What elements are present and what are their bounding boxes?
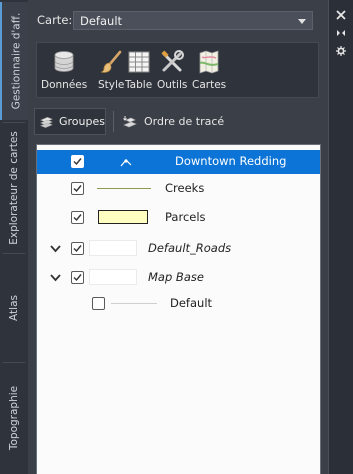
check-icon [73,214,82,222]
draw-order-tab[interactable]: Ordre de tracé [122,108,224,135]
map-selector-row: Carte: Default [28,8,328,34]
style-button-label: Style [98,79,125,91]
tab-atlas-label: Atlas [8,295,20,321]
tab-display-manager-label: Gestionnaire d'aff. [10,12,23,110]
tab-atlas[interactable]: Atlas [0,258,28,358]
tab-divider [3,362,25,363]
check-icon [73,245,82,253]
tab-map-explorer[interactable]: Explorateur de cartes [0,125,28,250]
layer-style-swatch [98,210,148,224]
vertical-tab-strip: Gestionnaire d'aff. Explorateur de carte… [0,0,30,474]
style-button[interactable]: Style [98,49,124,91]
layer-row-downtown-redding[interactable]: Downtown Redding [37,150,320,174]
tools-button-label: Outils [157,79,188,91]
layer-visibility-checkbox[interactable] [71,155,84,168]
groups-icon [40,116,53,128]
tab-map-explorer-label: Explorateur de cartes [8,130,20,245]
chevron-down-icon[interactable] [50,243,61,254]
close-button[interactable] [334,8,348,22]
maps-button[interactable]: Cartes [192,49,226,91]
map-selector-value: Default [80,14,123,28]
tab-topography[interactable]: Topographie [0,366,28,470]
check-icon [73,158,82,166]
check-icon [73,274,82,282]
groups-tab-label: Groupes [59,115,105,128]
map-selector-dropdown[interactable]: Default [73,11,313,30]
table-button[interactable]: Table [125,49,152,91]
layer-style-line [111,303,157,304]
layer-label: Downtown Redding [175,154,287,168]
layer-label: Map Base [148,270,204,284]
autohide-icon [337,30,345,36]
layer-style-line [97,188,151,189]
layer-tree: Downtown Redding Creeks Parcels Default_… [36,144,321,474]
maps-button-label: Cartes [192,79,227,91]
layer-label: Default_Roads [148,241,232,255]
layer-visibility-checkbox[interactable] [71,211,84,224]
layer-row-creeks[interactable]: Creeks [37,177,320,201]
tools-button[interactable]: Outils [157,49,187,91]
display-manager-panel: Carte: Default Données Style Table Outil… [28,0,328,474]
tab-divider [3,122,25,123]
layer-row-default[interactable]: Default [37,292,320,316]
tab-divider [3,253,25,254]
layer-row-map-base[interactable]: Map Base [37,266,320,290]
tab-display-manager[interactable]: Gestionnaire d'aff. [0,2,30,120]
layer-style-icon [119,154,133,167]
table-icon [128,51,150,73]
tab-topography-label: Topographie [8,385,21,451]
map-selector-label: Carte: [37,13,73,27]
layer-visibility-checkbox[interactable] [71,242,84,255]
view-tabs: Groupes Ordre de tracé [34,108,324,136]
layer-visibility-checkbox[interactable] [92,297,105,310]
autohide-button[interactable] [334,26,348,40]
tools-icon [161,50,185,72]
chevron-down-icon[interactable] [50,272,61,283]
brush-icon [101,50,122,73]
data-button-label: Données [41,79,88,91]
table-button-label: Table [125,79,153,91]
properties-button[interactable] [334,44,348,58]
layer-visibility-checkbox[interactable] [71,182,84,195]
draw-order-tab-label: Ordre de tracé [144,115,225,128]
layer-label: Default [170,296,213,310]
check-icon [73,185,82,193]
close-icon [336,10,346,20]
layer-style-swatch [89,269,137,285]
layer-row-default-roads[interactable]: Default_Roads [37,237,320,261]
view-tabs-divider [113,111,114,132]
data-button[interactable]: Données [41,49,87,91]
chevron-down-icon [298,19,306,24]
draw-order-icon [123,115,137,127]
maps-icon [199,50,219,74]
groups-tab[interactable]: Groupes [34,108,106,135]
layer-row-parcels[interactable]: Parcels [37,206,320,230]
gear-icon [336,46,346,56]
database-icon [54,51,74,72]
task-toolbar: Données Style Table Outils Cartes [36,42,319,98]
layer-style-swatch [89,240,137,256]
layer-label: Creeks [165,181,205,195]
palette-control-strip [328,0,353,474]
layer-label: Parcels [165,210,206,224]
layer-visibility-checkbox[interactable] [71,271,84,284]
